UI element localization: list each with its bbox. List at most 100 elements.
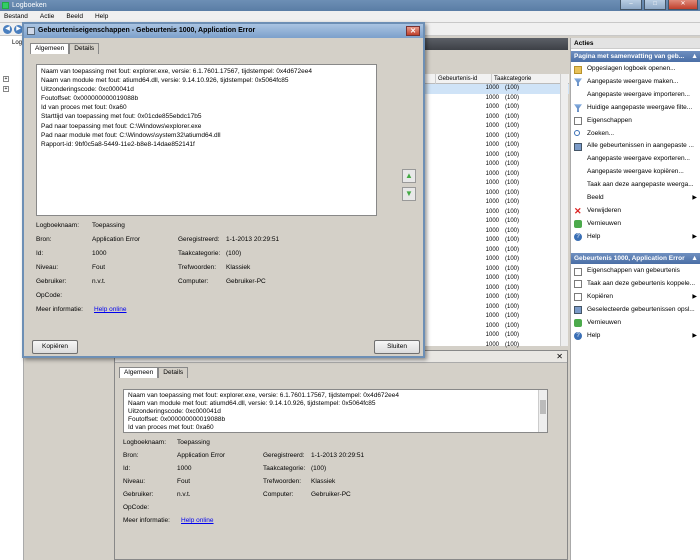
actions-section-summary[interactable]: Pagina met samenvatting van geb... ▲ — [571, 51, 700, 62]
menu-beeld[interactable]: Beeld — [66, 11, 83, 22]
column-taakcategorie[interactable]: Taakcategorie — [491, 74, 561, 84]
cell-event-id: 1000 — [485, 246, 499, 253]
table-row[interactable]: 1000 (100) — [425, 141, 569, 151]
copy-button[interactable]: Kopiëren — [32, 340, 78, 354]
table-row[interactable]: 1000 (100) — [425, 293, 569, 303]
action-item[interactable]: Kopiëren ▶ — [571, 291, 700, 304]
table-row[interactable]: 1000 (100) — [425, 331, 569, 341]
cell-event-id: 1000 — [485, 199, 499, 205]
action-item[interactable]: Alle gebeurtenissen in aangepaste ... — [571, 140, 700, 153]
table-row[interactable]: 1000 (100) — [425, 322, 569, 332]
back-arrow-icon[interactable]: ◀ — [3, 25, 12, 34]
section-summary-label: Pagina met samenvatting van geb... — [574, 53, 685, 60]
menu-bestand[interactable]: Bestand — [4, 11, 28, 22]
tab-algemeen[interactable]: Algemeen — [119, 367, 159, 378]
menu-actie[interactable]: Actie — [40, 11, 54, 22]
table-row[interactable]: 1000 (100) — [425, 265, 569, 275]
collapse-icon[interactable]: ▲ — [691, 51, 698, 62]
table-row[interactable]: 1000 (100) — [425, 122, 569, 132]
table-row[interactable]: 1000 (100) — [425, 227, 569, 237]
cell-taakcategorie: (100) — [505, 170, 520, 177]
action-label: Eigenschappen van gebeurtenis — [587, 267, 680, 274]
table-row[interactable]: 1000 (100) — [425, 84, 569, 94]
tab-details[interactable]: Details — [158, 367, 189, 378]
table-row[interactable]: 1000 (100) — [425, 341, 569, 351]
action-item[interactable]: Taak aan deze aangepaste weerga... — [571, 179, 700, 192]
value-niveau: Fout — [177, 478, 191, 485]
action-item[interactable]: Aangepaste weergave importeren... — [571, 89, 700, 102]
action-item[interactable]: Zoeken... — [571, 128, 700, 141]
description-scrollbar[interactable] — [538, 390, 547, 432]
table-row[interactable]: 1000 (100) — [425, 189, 569, 199]
action-item[interactable]: ? Help ▶ — [571, 231, 700, 244]
actions-pane: Acties Pagina met samenvatting van geb..… — [570, 38, 700, 560]
collapse-icon[interactable]: ▲ — [691, 253, 698, 264]
action-item[interactable]: ✕ Verwijderen — [571, 205, 700, 218]
table-row[interactable]: 1000 (100) — [425, 208, 569, 218]
table-row[interactable]: 1000 (100) — [425, 170, 569, 180]
table-row[interactable]: 1000 (100) — [425, 255, 569, 265]
close-button[interactable]: Sluiten — [374, 340, 420, 354]
action-item[interactable]: Vernieuwen — [571, 317, 700, 330]
action-label: Beeld — [587, 194, 604, 201]
cell-event-id: 1000 — [485, 227, 499, 234]
maximize-button[interactable]: □ — [644, 0, 666, 10]
table-row[interactable]: 1000 (100) — [425, 312, 569, 322]
menu-help[interactable]: Help — [95, 11, 108, 22]
table-row[interactable]: 1000 (100) — [425, 151, 569, 161]
value-gebruiker: n.v.t. — [177, 491, 191, 498]
previous-event-button[interactable]: ▲ — [402, 169, 416, 183]
action-label: Aangepaste weergave exporteren... — [587, 155, 690, 163]
table-row[interactable]: 1000 (100) — [425, 132, 569, 142]
action-item[interactable]: Beeld ▶ — [571, 192, 700, 205]
table-row[interactable]: 1000 (100) — [425, 198, 569, 208]
table-row[interactable]: 1000 (100) — [425, 160, 569, 170]
minimize-button[interactable]: – — [620, 0, 642, 10]
table-row[interactable]: 1000 (100) — [425, 217, 569, 227]
table-row[interactable]: 1000 (100) — [425, 284, 569, 294]
action-item[interactable]: Eigenschappen — [571, 115, 700, 128]
table-row[interactable]: 1000 (100) — [425, 113, 569, 123]
table-row[interactable]: 1000 (100) — [425, 303, 569, 313]
action-item[interactable]: Huidige aangepaste weergave filte... — [571, 102, 700, 115]
help-online-link[interactable]: Help online — [181, 517, 214, 524]
action-item[interactable]: Aangepaste weergave exporteren... — [571, 153, 700, 166]
table-row[interactable]: 1000 (100) — [425, 94, 569, 104]
event-properties-icon — [27, 27, 35, 35]
spacer-icon — [574, 195, 582, 203]
tree-item-logboeken[interactable]: Log — [12, 40, 22, 46]
action-item[interactable]: Geselecteerde gebeurtenissen opsl... — [571, 304, 700, 317]
tab-details[interactable]: Details — [69, 43, 100, 54]
tab-algemeen[interactable]: Algemeen — [30, 43, 70, 54]
action-item[interactable]: Aangepaste weergave kopiëren... — [571, 166, 700, 179]
expand-icon[interactable]: + — [3, 76, 9, 82]
column-event-id[interactable]: Gebeurtenis-id — [435, 74, 491, 84]
close-detail-icon[interactable]: ✕ — [556, 351, 563, 362]
action-item[interactable]: Opgeslagen logboek openen... — [571, 63, 700, 76]
action-item[interactable]: Vernieuwen — [571, 218, 700, 231]
grid-scrollbar[interactable] — [560, 74, 568, 346]
dialog-description-box[interactable]: Naam van toepassing met fout: explorer.e… — [36, 64, 377, 216]
table-row[interactable]: 1000 (100) — [425, 179, 569, 189]
table-row[interactable]: 1000 (100) — [425, 274, 569, 284]
label-trefwoorden: Trefwoorden: — [178, 264, 217, 271]
action-item[interactable]: Aangepaste weergave maken... — [571, 76, 700, 89]
label-gebruiker: Gebruiker: — [123, 491, 154, 498]
close-dialog-button[interactable]: ✕ — [406, 26, 420, 36]
action-item[interactable]: ? Help ▶ — [571, 330, 700, 343]
close-window-button[interactable]: ✕ — [668, 0, 698, 10]
expand-icon[interactable]: + — [3, 86, 9, 92]
main-titlebar: Logboeken – □ ✕ — [0, 0, 700, 11]
action-item[interactable]: Eigenschappen van gebeurtenis — [571, 265, 700, 278]
table-row[interactable]: 1000 (100) — [425, 236, 569, 246]
next-event-button[interactable]: ▼ — [402, 187, 416, 201]
table-row[interactable]: 1000 (100) — [425, 246, 569, 256]
cell-taakcategorie: (100) — [505, 189, 520, 196]
window-title: Logboeken — [12, 2, 47, 9]
actions-section-event[interactable]: Gebeurtenis 1000, Application Error ▲ — [571, 253, 700, 264]
action-item[interactable]: Taak aan deze gebeurtenis koppele... — [571, 278, 700, 291]
help-online-link[interactable]: Help online — [94, 306, 127, 313]
table-row[interactable]: 1000 (100) — [425, 103, 569, 113]
cell-taakcategorie: (100) — [505, 94, 520, 101]
detail-description-box[interactable]: Naam van toepassing met fout: explorer.e… — [123, 389, 548, 433]
